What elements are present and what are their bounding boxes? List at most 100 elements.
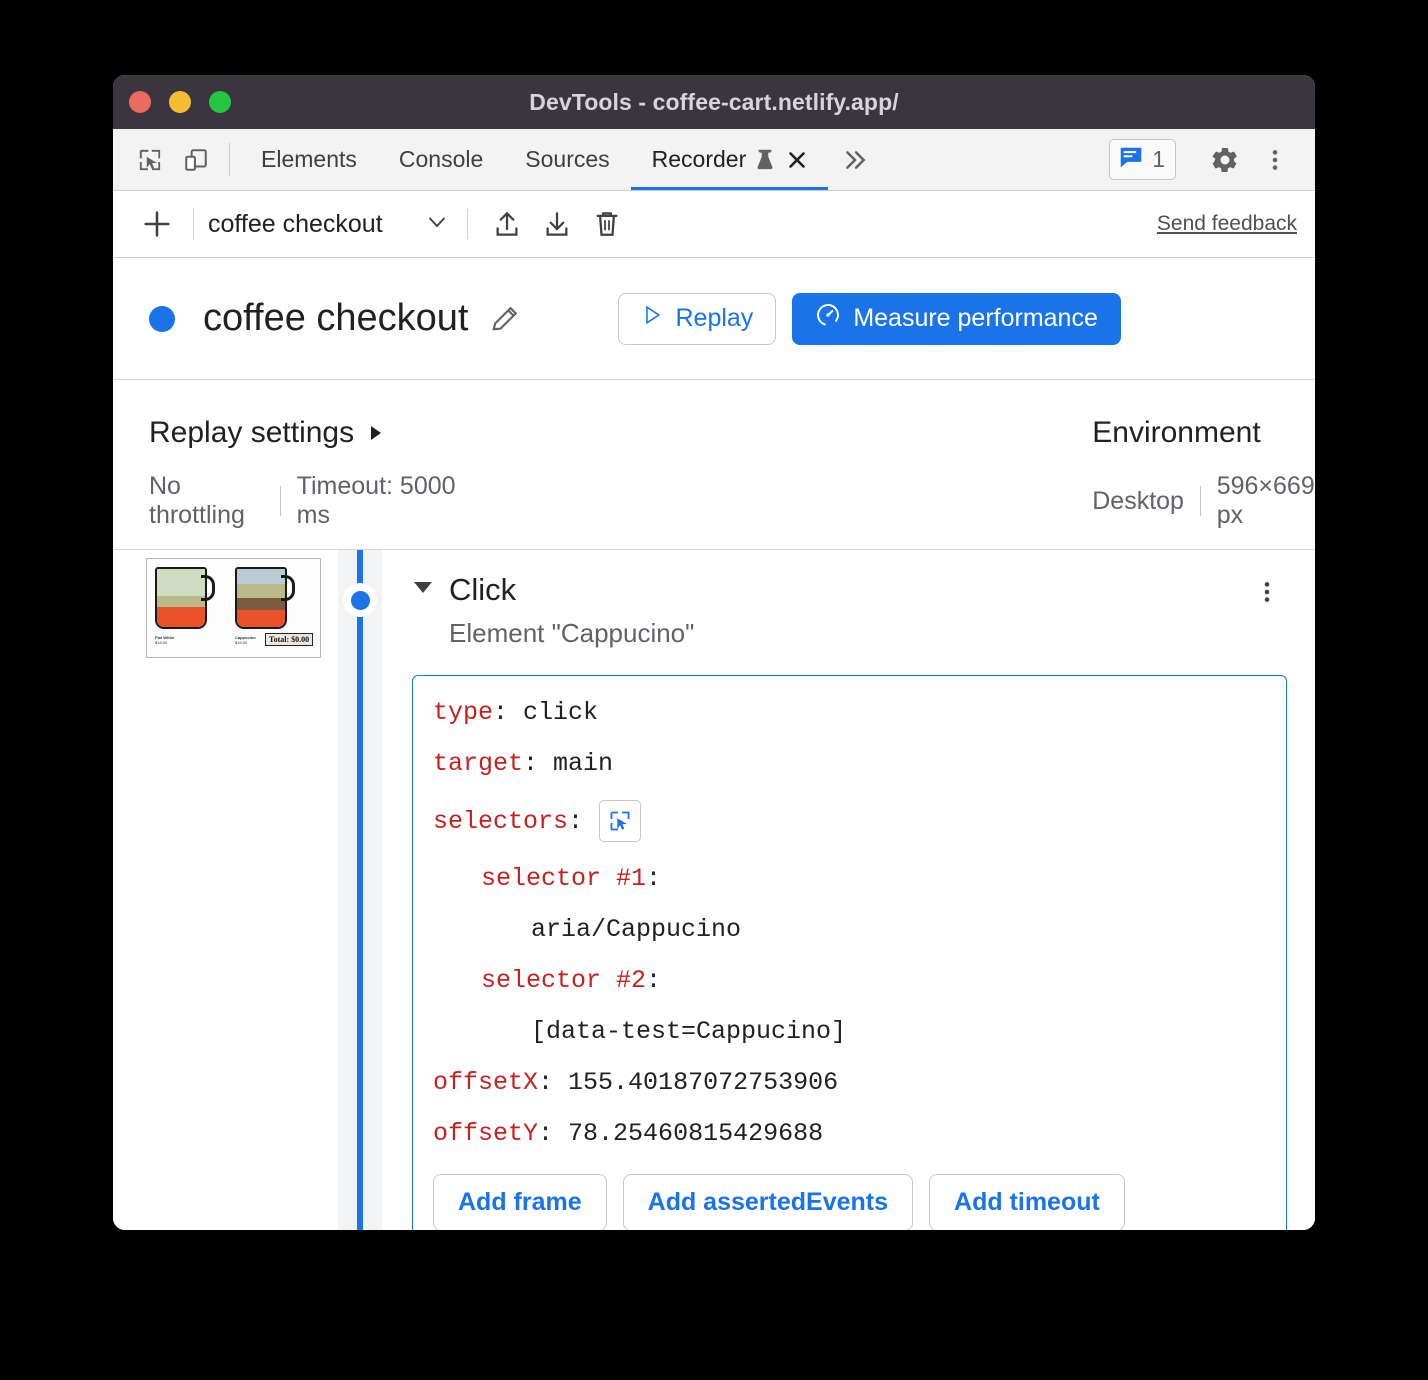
message-icon [1118,144,1144,175]
devtools-tabbar: Elements Console Sources Recorder [113,129,1315,191]
tab-label: Console [399,146,483,173]
step-field-selector-1-value[interactable]: aria/Cappucino [433,915,1260,944]
step-header-texts: Click Element "Cappucino" [449,572,1247,649]
traffic-lights [129,91,231,113]
window-titlebar: DevTools - coffee-cart.netlify.app/ [113,75,1315,129]
chevron-down-icon [425,210,449,239]
send-feedback-link[interactable]: Send feedback [1157,212,1297,236]
step-field-selector-1: selector #1: [433,864,1260,893]
step-field-selector-2-value[interactable]: [data-test=Cappucino] [433,1017,1260,1046]
recording-selector[interactable]: coffee checkout [208,210,453,239]
field-key: offsetX [433,1068,538,1097]
step-screenshot-thumbnail[interactable]: Flat White $18.00 Cappucino $19.00 [146,558,321,658]
step-type-label: Click [449,572,1247,608]
field-value[interactable]: 78.25460815429688 [568,1119,823,1148]
cup-price: $19.00 [235,640,247,645]
gear-icon[interactable] [1201,136,1249,184]
tab-elements[interactable]: Elements [240,129,378,190]
cup-body [235,567,287,629]
tab-label: Recorder [652,146,747,173]
window-maximize-button[interactable] [209,91,231,113]
thumbnail-cup-1 [155,567,215,629]
cup-handle [281,575,295,601]
timeout-value: Timeout: 5000 ms [297,472,467,530]
cup-layer [157,569,205,596]
timeline-line [357,550,363,1230]
triangle-down-icon[interactable] [414,582,432,604]
cup-price: $18.00 [155,640,167,645]
step-field-target: target: main [433,749,1260,778]
console-messages-badge[interactable]: 1 [1109,139,1176,180]
flask-icon [755,149,775,171]
step-timeline [338,550,382,1230]
thumbnail-cup-1-caption: Flat White $18.00 [155,635,174,645]
delete-recording-button[interactable] [582,200,632,248]
import-recording-button[interactable] [532,200,582,248]
tab-sources[interactable]: Sources [504,129,630,190]
recorder-toolbar: coffee checkout [113,191,1315,258]
window-close-button[interactable] [129,91,151,113]
environment-device: Desktop [1092,487,1184,516]
replay-button-label: Replay [675,304,753,333]
devtools-window: DevTools - coffee-cart.netlify.app/ Elem… [113,75,1315,1230]
field-value[interactable]: [data-test=Cappucino] [531,1017,846,1046]
field-key: selector #1 [481,864,646,893]
toolbar-divider [193,209,194,239]
cup-layer [157,607,205,627]
field-value[interactable]: click [523,698,598,727]
field-key: target [433,749,523,778]
replay-button[interactable]: Replay [618,293,776,345]
tab-recorder[interactable]: Recorder [631,129,829,190]
cup-layer [237,569,285,584]
add-timeout-button[interactable]: Add timeout [929,1174,1125,1230]
close-icon[interactable] [787,150,807,170]
step-add-buttons: Add frame Add assertedEvents Add timeout [433,1174,1260,1230]
environment-column: Environment Desktop 596×669 px [1092,416,1315,549]
field-value[interactable]: main [553,749,613,778]
step-column: Click Element "Cappucino" type: click [382,550,1315,1230]
dots-vertical-icon[interactable] [1247,572,1287,612]
chevron-double-right-icon[interactable] [828,129,882,190]
environment-title: Environment [1092,416,1315,450]
window-title: DevTools - coffee-cart.netlify.app/ [113,89,1315,116]
field-value[interactable]: 155.40187072753906 [568,1068,838,1097]
screenshot-column: Flat White $18.00 Cappucino $19.00 [113,550,338,1230]
step-field-offsetx: offsetX: 155.40187072753906 [433,1068,1260,1097]
step-description: Element "Cappucino" [449,618,1247,649]
settings-strip: Replay settings No throttling Timeout: 5… [113,380,1315,550]
device-toolbar-icon[interactable] [173,129,219,190]
measure-performance-button[interactable]: Measure performance [792,293,1121,345]
header-actions: Replay Measure performance [618,293,1120,345]
field-value[interactable]: aria/Cappucino [531,915,741,944]
field-key: type [433,698,493,727]
tab-label: Sources [525,146,609,173]
pencil-icon[interactable] [488,302,522,336]
plus-icon[interactable] [135,202,179,246]
summary-divider [280,486,281,516]
dots-vertical-icon[interactable] [1251,136,1299,184]
page-title: coffee checkout [203,297,468,340]
cup-layer [237,584,285,598]
recording-selector-value: coffee checkout [208,210,383,239]
window-minimize-button[interactable] [169,91,191,113]
inspect-element-icon[interactable] [599,800,641,842]
cup-layer [157,596,205,608]
thumbnail-total-badge: Total: $0.00 [265,633,313,646]
field-key: selector #2 [481,966,646,995]
step-field-selectors: selectors: [433,800,1260,842]
toolbar-divider-2 [467,209,468,239]
replay-settings-summary: No throttling Timeout: 5000 ms [149,472,466,530]
replay-settings-title: Replay settings [149,416,354,450]
timeline-step-marker[interactable] [343,583,377,617]
environment-viewport: 596×669 px [1217,472,1315,530]
add-assertedevents-button[interactable]: Add assertedEvents [623,1174,913,1230]
add-frame-button[interactable]: Add frame [433,1174,607,1230]
field-key: selectors [433,807,568,836]
inspect-element-icon[interactable] [127,129,173,190]
tab-console[interactable]: Console [378,129,504,190]
export-recording-button[interactable] [482,200,532,248]
cup-body [155,567,207,629]
status-badge [149,306,175,332]
throttling-value: No throttling [149,472,264,530]
replay-settings-toggle[interactable]: Replay settings [149,416,466,450]
